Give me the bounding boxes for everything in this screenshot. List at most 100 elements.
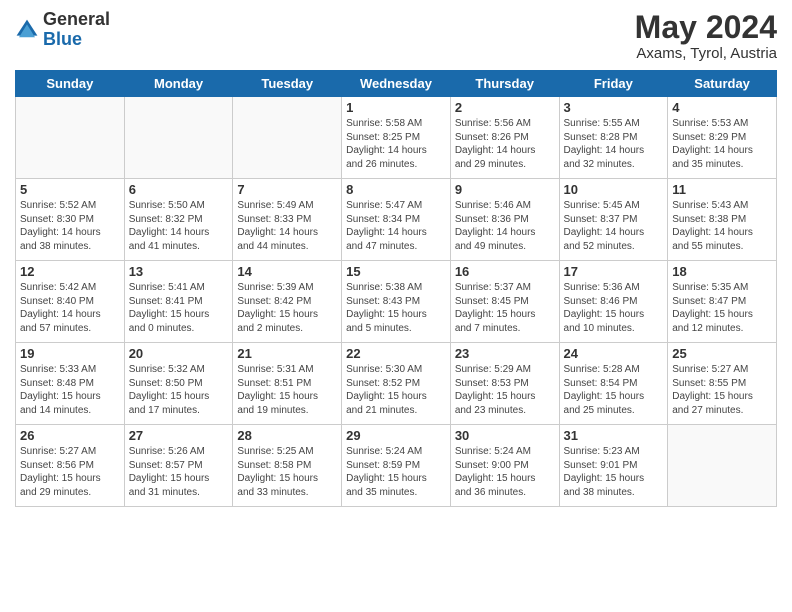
cell-info: Sunrise: 5:27 AM Sunset: 8:56 PM Dayligh… <box>20 445 120 499</box>
header: General Blue May 2024 Axams, Tyrol, Aust… <box>15 10 777 62</box>
day-header-saturday: Saturday <box>668 71 777 97</box>
calendar-week-2: 12 Sunrise: 5:42 AM Sunset: 8:40 PM Dayli… <box>16 261 777 343</box>
calendar-cell: 2 Sunrise: 5:56 AM Sunset: 8:26 PM Daylig… <box>450 97 559 179</box>
cell-info: Sunrise: 5:26 AM Sunset: 8:57 PM Dayligh… <box>129 445 229 499</box>
day-number: 16 <box>455 264 555 279</box>
calendar-cell: 13Sunrise: 5:41 AM Sunset: 8:41 PM Dayli… <box>124 261 233 343</box>
calendar-cell: 16 Sunrise: 5:37 AM Sunset: 8:45 PM Dayli… <box>450 261 559 343</box>
day-number: 12 <box>20 264 120 279</box>
calendar-cell: 22Sunrise: 5:30 AM Sunset: 8:52 PM Dayli… <box>342 343 451 425</box>
calendar-cell <box>124 97 233 179</box>
calendar-week-1: 5 Sunrise: 5:52 AM Sunset: 8:30 PM Daylig… <box>16 179 777 261</box>
day-number: 10 <box>564 182 664 197</box>
calendar-week-4: 26 Sunrise: 5:27 AM Sunset: 8:56 PM Dayli… <box>16 425 777 507</box>
calendar-cell: 3 Sunrise: 5:55 AM Sunset: 8:28 PM Daylig… <box>559 97 668 179</box>
calendar-cell: 4 Sunrise: 5:53 AM Sunset: 8:29 PM Daylig… <box>668 97 777 179</box>
day-header-tuesday: Tuesday <box>233 71 342 97</box>
cell-info: Sunrise: 5:36 AM Sunset: 8:46 PM Dayligh… <box>564 281 664 335</box>
location: Axams, Tyrol, Austria <box>635 45 777 62</box>
cell-info: Sunrise: 5:35 AM Sunset: 8:47 PM Dayligh… <box>672 281 772 335</box>
calendar-cell: 15 Sunrise: 5:38 AM Sunset: 8:43 PM Dayli… <box>342 261 451 343</box>
day-number: 14 <box>237 264 337 279</box>
day-number: 26 <box>20 428 120 443</box>
cell-info: Sunrise: 5:50 AM Sunset: 8:32 PM Dayligh… <box>129 199 229 253</box>
calendar-cell: 17 Sunrise: 5:36 AM Sunset: 8:46 PM Dayli… <box>559 261 668 343</box>
calendar-cell: 30Sunrise: 5:24 AM Sunset: 9:00 PM Dayli… <box>450 425 559 507</box>
cell-info: Sunrise: 5:45 AM Sunset: 8:37 PM Dayligh… <box>564 199 664 253</box>
cell-info: Sunrise: 5:33 AM Sunset: 8:48 PM Dayligh… <box>20 363 120 417</box>
day-number: 25 <box>672 346 772 361</box>
cell-info: Sunrise: 5:49 AM Sunset: 8:33 PM Dayligh… <box>237 199 337 253</box>
calendar-cell: 6 Sunrise: 5:50 AM Sunset: 8:32 PM Daylig… <box>124 179 233 261</box>
day-header-friday: Friday <box>559 71 668 97</box>
cell-info: Sunrise: 5:24 AM Sunset: 8:59 PM Dayligh… <box>346 445 446 499</box>
calendar-cell: 20 Sunrise: 5:32 AM Sunset: 8:50 PM Dayli… <box>124 343 233 425</box>
cell-info: Sunrise: 5:56 AM Sunset: 8:26 PM Dayligh… <box>455 117 555 171</box>
day-number: 17 <box>564 264 664 279</box>
calendar-cell: 19 Sunrise: 5:33 AM Sunset: 8:48 PM Dayli… <box>16 343 125 425</box>
calendar-cell <box>668 425 777 507</box>
day-number: 27 <box>129 428 229 443</box>
day-header-monday: Monday <box>124 71 233 97</box>
day-number: 3 <box>564 100 664 115</box>
logo-general: General <box>43 9 110 29</box>
cell-info: Sunrise: 5:38 AM Sunset: 8:43 PM Dayligh… <box>346 281 446 335</box>
month-year: May 2024 <box>635 10 777 45</box>
day-number: 18 <box>672 264 772 279</box>
day-number: 7 <box>237 182 337 197</box>
calendar-week-0: 1Sunrise: 5:58 AM Sunset: 8:25 PM Daylig… <box>16 97 777 179</box>
cell-info: Sunrise: 5:27 AM Sunset: 8:55 PM Dayligh… <box>672 363 772 417</box>
cell-info: Sunrise: 5:52 AM Sunset: 8:30 PM Dayligh… <box>20 199 120 253</box>
calendar-cell <box>233 97 342 179</box>
cell-info: Sunrise: 5:29 AM Sunset: 8:53 PM Dayligh… <box>455 363 555 417</box>
day-number: 23 <box>455 346 555 361</box>
day-header-sunday: Sunday <box>16 71 125 97</box>
calendar-cell: 29Sunrise: 5:24 AM Sunset: 8:59 PM Dayli… <box>342 425 451 507</box>
calendar-cell: 12 Sunrise: 5:42 AM Sunset: 8:40 PM Dayli… <box>16 261 125 343</box>
calendar-cell: 23 Sunrise: 5:29 AM Sunset: 8:53 PM Dayli… <box>450 343 559 425</box>
cell-info: Sunrise: 5:31 AM Sunset: 8:51 PM Dayligh… <box>237 363 337 417</box>
day-number: 20 <box>129 346 229 361</box>
day-number: 24 <box>564 346 664 361</box>
cell-info: Sunrise: 5:41 AM Sunset: 8:41 PM Dayligh… <box>129 281 229 335</box>
day-number: 22 <box>346 346 446 361</box>
calendar-cell <box>16 97 125 179</box>
cell-info: Sunrise: 5:46 AM Sunset: 8:36 PM Dayligh… <box>455 199 555 253</box>
cell-info: Sunrise: 5:55 AM Sunset: 8:28 PM Dayligh… <box>564 117 664 171</box>
day-number: 1 <box>346 100 446 115</box>
day-number: 19 <box>20 346 120 361</box>
calendar-cell: 27 Sunrise: 5:26 AM Sunset: 8:57 PM Dayli… <box>124 425 233 507</box>
day-number: 15 <box>346 264 446 279</box>
cell-info: Sunrise: 5:32 AM Sunset: 8:50 PM Dayligh… <box>129 363 229 417</box>
calendar-cell: 28Sunrise: 5:25 AM Sunset: 8:58 PM Dayli… <box>233 425 342 507</box>
calendar-cell: 18 Sunrise: 5:35 AM Sunset: 8:47 PM Dayli… <box>668 261 777 343</box>
day-header-wednesday: Wednesday <box>342 71 451 97</box>
calendar-cell: 31 Sunrise: 5:23 AM Sunset: 9:01 PM Dayli… <box>559 425 668 507</box>
logo-icon <box>15 18 39 42</box>
calendar-cell: 21 Sunrise: 5:31 AM Sunset: 8:51 PM Dayli… <box>233 343 342 425</box>
day-number: 31 <box>564 428 664 443</box>
day-header-thursday: Thursday <box>450 71 559 97</box>
cell-info: Sunrise: 5:47 AM Sunset: 8:34 PM Dayligh… <box>346 199 446 253</box>
day-number: 4 <box>672 100 772 115</box>
cell-info: Sunrise: 5:25 AM Sunset: 8:58 PM Dayligh… <box>237 445 337 499</box>
day-number: 2 <box>455 100 555 115</box>
calendar-cell: 14Sunrise: 5:39 AM Sunset: 8:42 PM Dayli… <box>233 261 342 343</box>
calendar-cell: 1Sunrise: 5:58 AM Sunset: 8:25 PM Daylig… <box>342 97 451 179</box>
calendar-cell: 7 Sunrise: 5:49 AM Sunset: 8:33 PM Daylig… <box>233 179 342 261</box>
day-number: 21 <box>237 346 337 361</box>
day-number: 11 <box>672 182 772 197</box>
day-number: 5 <box>20 182 120 197</box>
cell-info: Sunrise: 5:28 AM Sunset: 8:54 PM Dayligh… <box>564 363 664 417</box>
logo: General Blue <box>15 10 110 50</box>
cell-info: Sunrise: 5:37 AM Sunset: 8:45 PM Dayligh… <box>455 281 555 335</box>
day-number: 6 <box>129 182 229 197</box>
calendar-cell: 10 Sunrise: 5:45 AM Sunset: 8:37 PM Dayli… <box>559 179 668 261</box>
cell-info: Sunrise: 5:23 AM Sunset: 9:01 PM Dayligh… <box>564 445 664 499</box>
calendar-table: SundayMondayTuesdayWednesdayThursdayFrid… <box>15 70 777 507</box>
calendar-cell: 24 Sunrise: 5:28 AM Sunset: 8:54 PM Dayli… <box>559 343 668 425</box>
cell-info: Sunrise: 5:42 AM Sunset: 8:40 PM Dayligh… <box>20 281 120 335</box>
calendar-header-row: SundayMondayTuesdayWednesdayThursdayFrid… <box>16 71 777 97</box>
cell-info: Sunrise: 5:53 AM Sunset: 8:29 PM Dayligh… <box>672 117 772 171</box>
title-block: May 2024 Axams, Tyrol, Austria <box>635 10 777 62</box>
